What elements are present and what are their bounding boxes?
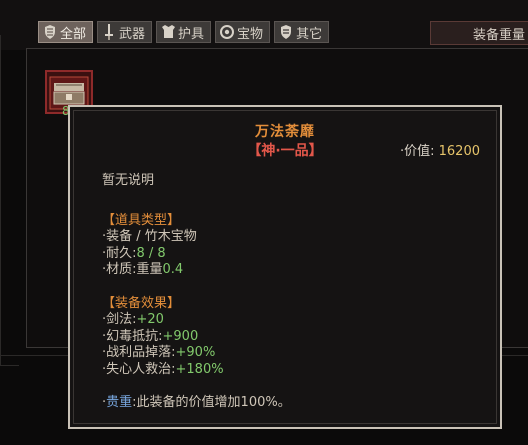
tab-treasure[interactable]: 宝物 [215, 21, 271, 43]
note-key: 贵重 [106, 395, 133, 410]
armor-icon [43, 24, 57, 40]
type-header: 【道具类型】 [102, 212, 181, 228]
tab-other[interactable]: 其它 [274, 21, 330, 43]
tab-armor[interactable]: 护具 [156, 21, 212, 43]
item-tooltip: 万法荼靡 【神·一品】 ·价值: 16200 暂无说明 【道具类型】 ·装备 /… [68, 105, 502, 429]
type-line: ·装备 / 竹木宝物 [102, 229, 197, 244]
item-description: 暂无说明 [102, 173, 155, 188]
effect-row: ·剑法:+20 [102, 312, 291, 329]
panel-frame-left [0, 35, 19, 366]
equipment-weight-display: 装备重量 [430, 21, 528, 45]
sword-icon [102, 24, 116, 40]
durability-value: 8 / 8 [136, 245, 166, 261]
material-name: 重量 [136, 262, 163, 277]
treasure-icon [220, 24, 235, 40]
tooltip-body: 暂无说明 【道具类型】 ·装备 / 竹木宝物 ·耐久:8 / 8 ·材质:重量0… [102, 173, 291, 412]
item-name: 万法荼靡 [255, 124, 315, 140]
durability-label: ·耐久: [102, 245, 137, 261]
effect-row: ·战利品掉落:+90% [102, 345, 291, 362]
tab-all[interactable]: 全部 [38, 21, 94, 43]
item-value: ·价值: 16200 [400, 140, 480, 159]
effect-value: +180% [175, 361, 224, 377]
effect-value: +90% [175, 345, 216, 360]
effect-label: ·战利品掉落: [102, 345, 176, 360]
material-value: 0.4 [162, 262, 184, 277]
effect-value: +900 [162, 328, 199, 344]
effect-label: ·失心人救治: [102, 361, 176, 377]
note-text: :此装备的价值增加 [132, 395, 241, 410]
trait-note: ·贵重:此装备的价值增加100%。 [102, 395, 291, 412]
tab-label: 武器 [119, 26, 146, 42]
tab-label: 宝物 [237, 26, 264, 42]
effect-value: +20 [136, 312, 164, 327]
tab-label: 护具 [178, 26, 205, 42]
misc-icon [279, 24, 293, 40]
category-tabs: 全部 武器 护具 宝物 其它 [38, 21, 330, 43]
tab-weapons[interactable]: 武器 [97, 21, 153, 43]
value-label: ·价值: [399, 144, 435, 159]
note-value: 100% [240, 395, 278, 410]
durability-line: ·耐久:8 / 8 [102, 246, 291, 263]
effects-header: 【装备效果】 [102, 295, 181, 311]
tab-label: 其它 [296, 26, 323, 42]
armor-icon [161, 24, 175, 40]
weight-label: 装备重量 [473, 27, 526, 43]
effect-row: ·失心人救治:+180% [102, 362, 291, 379]
tab-label: 全部 [60, 26, 87, 42]
effect-row: ·幻毒抵抗:+900 [102, 329, 291, 346]
value-number: 16200 [438, 144, 480, 159]
material-label: ·材质: [102, 262, 137, 277]
note-end: 。 [277, 395, 291, 410]
effect-label: ·幻毒抵抗: [102, 328, 163, 344]
effect-label: ·剑法: [102, 312, 137, 327]
material-line: ·材质:重量0.4 [102, 262, 291, 279]
